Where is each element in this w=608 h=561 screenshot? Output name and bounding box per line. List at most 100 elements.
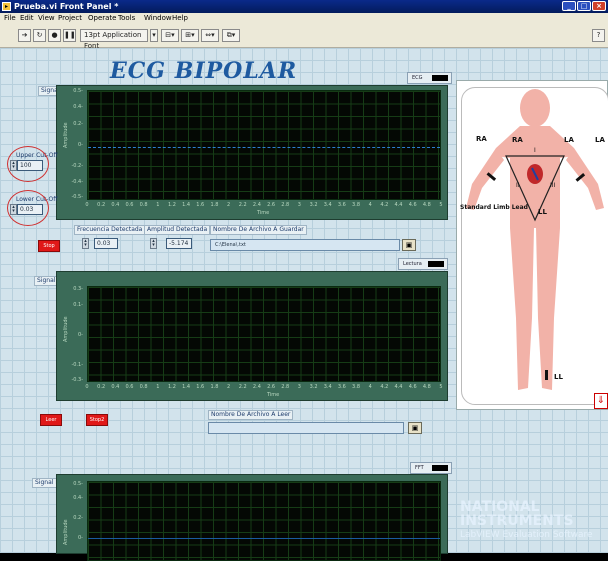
maximize-button[interactable]: □ bbox=[577, 1, 591, 11]
graph2-ytick: 0- bbox=[78, 332, 83, 338]
app-icon: ▸ bbox=[2, 2, 11, 11]
x-tick-label: 1.2 bbox=[167, 384, 176, 390]
graph2-chart[interactable]: Amplitude 0.3- 0.1- 0- -0.1- -0.3- 0 0.2 0… bbox=[56, 271, 448, 401]
pause-icon[interactable]: ❚❚ bbox=[63, 29, 76, 42]
minimize-button[interactable]: _ bbox=[562, 1, 576, 11]
graph2-ylabel: Amplitude bbox=[63, 316, 69, 342]
x-tick-label: 4.4 bbox=[394, 384, 403, 390]
label-lead-ii: II bbox=[516, 182, 520, 189]
graph2-xlabel: Time bbox=[267, 392, 280, 398]
graph1-plot-area[interactable] bbox=[87, 90, 441, 200]
graph3-trace bbox=[88, 538, 440, 539]
x-tick-label: 1.6 bbox=[196, 384, 205, 390]
save-file-path[interactable]: C:\Elena\.txt bbox=[210, 239, 400, 251]
stop2-button[interactable]: Stop2 bbox=[86, 414, 108, 426]
save-file-label: Nombre De Archivo A Guardar bbox=[210, 225, 307, 235]
graph3-legend-label: FFT bbox=[415, 465, 424, 471]
x-tick-label: 0 bbox=[85, 202, 89, 208]
save-browse-folder-icon[interactable]: ▣ bbox=[402, 239, 416, 251]
x-tick-label: 4.8 bbox=[422, 384, 431, 390]
scroll-down-arrow-icon[interactable]: ⇓ bbox=[594, 393, 608, 409]
run-arrow-icon[interactable]: ➔ bbox=[18, 29, 31, 42]
body-left-arm bbox=[566, 148, 604, 210]
menu-edit[interactable]: Edit bbox=[20, 14, 34, 22]
menu-file[interactable]: File bbox=[4, 14, 16, 22]
graph2-ytick: -0.3- bbox=[71, 377, 83, 383]
x-tick-label: 0.8 bbox=[139, 202, 148, 208]
x-tick-label: 3.6 bbox=[337, 384, 346, 390]
x-tick-label: 1.8 bbox=[210, 202, 219, 208]
graph3-legend[interactable]: FFT bbox=[410, 462, 452, 474]
x-tick-label: 0.6 bbox=[125, 202, 134, 208]
toolbar: ➔ ↻ ● ❚❚ 13pt Application Font ▾ ⊟▾ ⊞▾ ⇔… bbox=[0, 24, 608, 50]
graph1-legend-label: ECG bbox=[412, 75, 423, 81]
menu-view[interactable]: View bbox=[38, 14, 55, 22]
graph2-legend[interactable]: Lectura bbox=[398, 258, 448, 270]
stop-button[interactable]: Stop bbox=[38, 240, 60, 252]
x-tick-label: 1.2 bbox=[167, 202, 176, 208]
x-tick-label: 4.8 bbox=[422, 202, 431, 208]
graph3-ytick: 0.5- bbox=[73, 481, 83, 487]
graph1-legend[interactable]: ECG bbox=[407, 72, 452, 84]
label-lead-iii: III bbox=[550, 182, 556, 189]
legend-swatch-icon bbox=[428, 261, 444, 267]
window-titlebar: ▸ Prueba.vi Front Panel * _ □ × bbox=[0, 0, 608, 13]
font-dropdown-icon[interactable]: ▾ bbox=[150, 29, 158, 42]
read-file-path[interactable] bbox=[208, 422, 404, 434]
body-right-leg bbox=[510, 228, 534, 390]
graph3-plot-area[interactable] bbox=[87, 481, 441, 561]
x-tick-label: 4.6 bbox=[408, 202, 417, 208]
menu-project[interactable]: Project bbox=[58, 14, 82, 22]
x-tick-label: 0.8 bbox=[139, 384, 148, 390]
read-button[interactable]: Leer bbox=[40, 414, 62, 426]
graph1-chart[interactable]: Amplitude 0.5- 0.4- 0.2- 0- -0.2- -0.4- … bbox=[56, 85, 448, 220]
menu-help[interactable]: Help bbox=[172, 14, 188, 22]
x-tick-label: 2 bbox=[227, 202, 231, 208]
label-ll-foot: LL bbox=[554, 373, 563, 381]
align-objects-icon[interactable]: ⊟▾ bbox=[161, 29, 179, 42]
x-tick-label: 5 bbox=[439, 202, 443, 208]
x-tick-label: 4 bbox=[368, 384, 372, 390]
x-tick-label: 1 bbox=[156, 384, 160, 390]
menu-tools[interactable]: Tools bbox=[118, 14, 135, 22]
x-tick-label: 3.6 bbox=[337, 202, 346, 208]
body-left-leg bbox=[536, 228, 560, 390]
graph3-ytick: 0- bbox=[78, 535, 83, 541]
close-button[interactable]: × bbox=[592, 1, 606, 11]
diagram-frame: RA RA LA LA I II III LL LL Standard Limb… bbox=[460, 87, 608, 405]
graph3-ytick: 0.4- bbox=[73, 495, 83, 501]
detected-frequency-spinner[interactable]: ▴ ▾ bbox=[82, 238, 89, 249]
abort-icon[interactable]: ● bbox=[48, 29, 61, 42]
detected-frequency-value: 0.03 bbox=[94, 238, 118, 249]
x-tick-label: 3 bbox=[297, 202, 301, 208]
graph3-chart[interactable]: Amplitude 0.5- 0.4- 0.2- 0- bbox=[56, 474, 448, 561]
menu-operate[interactable]: Operate bbox=[88, 14, 116, 22]
graph2-plot-area[interactable] bbox=[87, 286, 441, 382]
x-tick-label: 4.2 bbox=[380, 384, 389, 390]
x-tick-label: 3.2 bbox=[309, 202, 318, 208]
help-icon[interactable]: ? bbox=[592, 29, 605, 42]
x-tick-label: 2.6 bbox=[267, 384, 276, 390]
font-selector[interactable]: 13pt Application Font bbox=[80, 29, 148, 50]
x-tick-label: 3.2 bbox=[309, 384, 318, 390]
label-ra-outer: RA bbox=[476, 135, 487, 143]
detected-amplitude-spinner[interactable]: ▴ ▾ bbox=[150, 238, 157, 249]
electrode-ll-icon bbox=[545, 370, 548, 380]
x-tick-label: 2.2 bbox=[238, 202, 247, 208]
x-tick-label: 2.4 bbox=[252, 384, 261, 390]
x-tick-label: 0.2 bbox=[97, 384, 106, 390]
resize-objects-icon[interactable]: ⇔▾ bbox=[201, 29, 219, 42]
distribute-objects-icon[interactable]: ⊞▾ bbox=[181, 29, 199, 42]
run-continuous-icon[interactable]: ↻ bbox=[33, 29, 46, 42]
graph2-ytick: 0.1- bbox=[73, 302, 83, 308]
x-tick-label: 2.4 bbox=[252, 202, 261, 208]
graph2-ytick: 0.3- bbox=[73, 286, 83, 292]
reorder-icon[interactable]: ⧉▾ bbox=[222, 29, 240, 42]
label-ll-center: LL bbox=[538, 208, 547, 216]
read-file-label: Nombre De Archivo A Leer bbox=[208, 410, 294, 420]
menu-window[interactable]: Window bbox=[144, 14, 172, 22]
window-title: Prueba.vi Front Panel * bbox=[14, 2, 119, 11]
read-browse-folder-icon[interactable]: ▣ bbox=[408, 422, 422, 434]
x-tick-label: 0.4 bbox=[111, 384, 120, 390]
limb-lead-diagram: RA RA LA LA I II III LL LL Standard Limb… bbox=[456, 80, 608, 410]
